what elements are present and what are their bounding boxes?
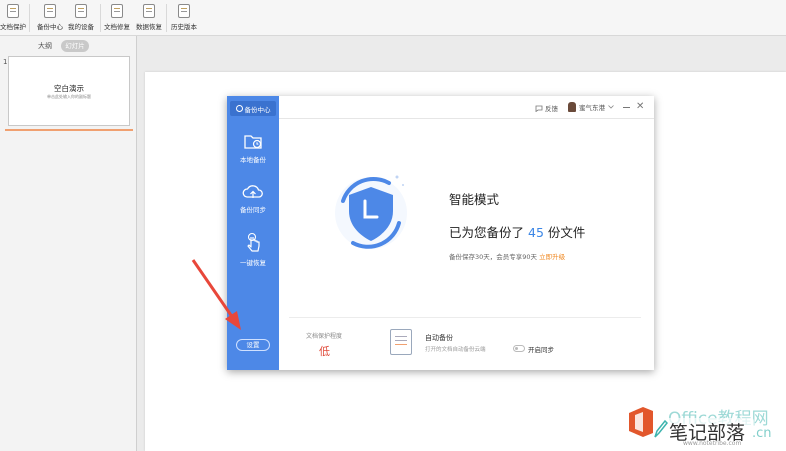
nav-local-backup[interactable]: 本地备份 [227,131,279,164]
mode-title: 智能模式 [449,192,500,207]
history-versions-icon [178,4,190,18]
feedback-button[interactable]: 反馈 [535,103,558,113]
data-recovery-button[interactable]: 数据恢复 [136,2,162,34]
protection-level-value: 低 [319,345,330,358]
chevron-down-icon [608,105,614,109]
quota-info: 备份保存30天，会员专享90天 立即升级 [449,253,566,261]
folder-clock-icon [244,135,262,149]
backup-center-brand: 备份中心 [230,101,276,116]
upgrade-link[interactable]: 立即升级 [539,253,565,261]
settings-button[interactable]: 设置 [236,339,270,351]
titlebar-divider [279,118,654,119]
shield-clock-icon [335,175,407,249]
slide-thumbnail-pane: 大纲 幻灯片 1 空白演示 单击此处输入你的副标题 [0,36,137,451]
minimize-button[interactable] [623,107,630,108]
shield-illustration [331,171,411,263]
hand-tap-icon [247,232,260,252]
ribbon-divider [29,4,30,32]
auto-backup-description: 打开的文档自动备份云端 [425,347,486,353]
nav-backup-sync[interactable]: 备份同步 [227,183,279,214]
avatar [568,102,576,112]
data-recovery-icon [143,4,155,18]
ribbon-divider [166,4,167,32]
watermark-suffix: .cn [752,426,772,441]
pen-icon [654,419,668,438]
my-devices-button[interactable]: 我的设备 [68,2,94,34]
document-protect-icon [7,4,19,18]
cloud-upload-icon [242,185,263,198]
backup-logo-icon [235,105,243,112]
backup-center-button[interactable]: 备份中心 [37,2,63,34]
tab-slides[interactable]: 幻灯片 [61,40,89,52]
slide-insert-marker [5,129,133,131]
protection-level-label: 文档保护程度 [306,333,343,340]
history-versions-button[interactable]: 历史版本 [171,2,197,34]
auto-backup-document-icon [390,329,412,355]
document-repair-button[interactable]: 文档修复 [104,2,130,34]
ribbon-toolbar: 文档保护 备份中心 我的设备 文档修复 数据恢复 历史版本 [0,0,786,36]
watermark-url: www.notetribe.com [683,440,742,447]
backup-center-icon [44,4,56,18]
slide-thumbnail[interactable]: 空白演示 单击此处输入你的副标题 [8,56,130,126]
tab-outline[interactable]: 大纲 [38,41,52,51]
chat-bubble-icon [535,105,543,112]
user-menu[interactable]: 蜜气东港 [568,102,614,112]
office-logo-icon [629,407,653,437]
annotation-arrow-icon [191,259,241,330]
backup-center-dialog: 备份中心 本地备份 备份同步 一键恢复 设置 反馈 蜜气东港 ✕ 智能模式 已为… [227,96,654,370]
sync-label: 开启同步 [528,346,554,354]
backup-count: 45 [528,225,544,240]
view-tabs: 大纲 幻灯片 [0,40,137,54]
slide-thumbnail-title: 空白演示 [54,84,84,93]
backup-summary: 已为您备份了 45 份文件 [449,225,586,240]
document-protect-button[interactable]: 文档保护 [0,2,26,34]
my-devices-icon [75,4,87,18]
dialog-titlebar: 反馈 蜜气东港 ✕ [279,96,654,118]
document-repair-icon [111,4,123,18]
ribbon-divider [100,4,101,32]
auto-backup-title: 自动备份 [425,334,453,342]
sync-toggle[interactable] [513,345,525,352]
section-divider [289,317,641,318]
slide-number: 1 [3,58,8,66]
slide-thumbnail-subtitle: 单击此处输入你的副标题 [47,94,91,99]
close-button[interactable]: ✕ [636,101,644,113]
